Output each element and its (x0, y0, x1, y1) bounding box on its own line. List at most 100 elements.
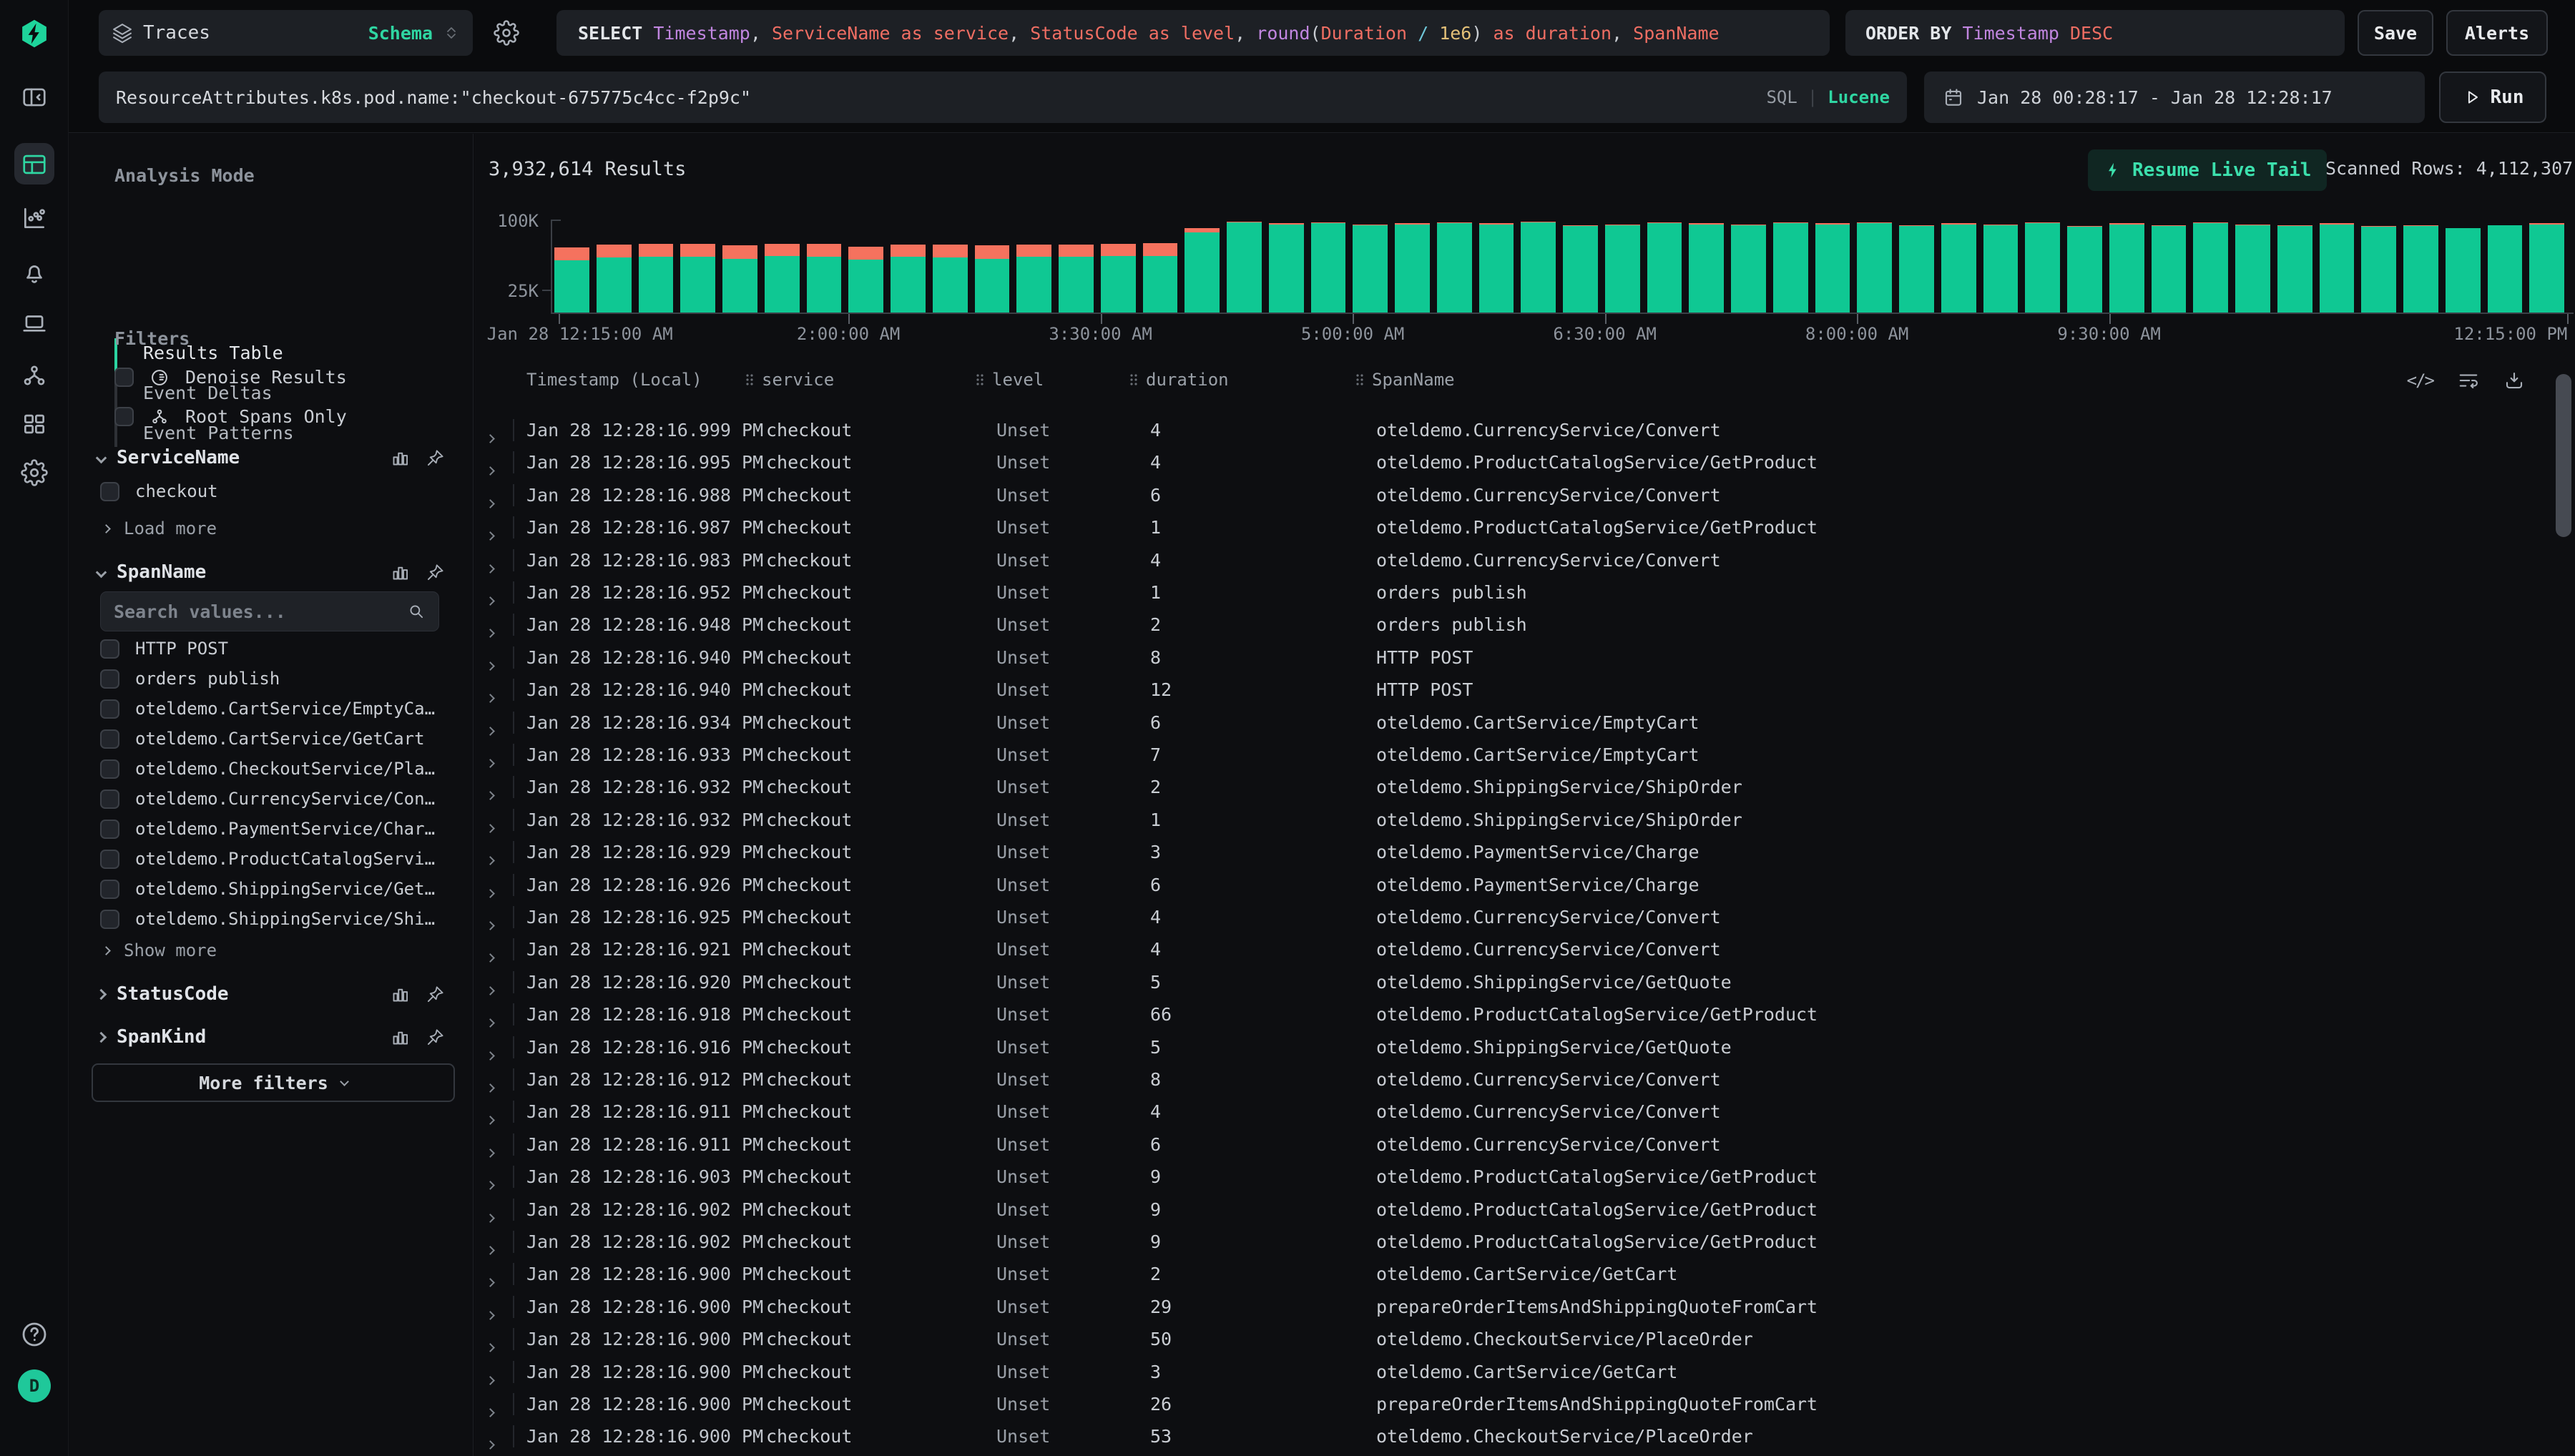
service-map-icon[interactable] (21, 362, 48, 389)
histogram-bar-ok[interactable] (2152, 226, 2187, 313)
histogram-bar-ok[interactable] (1395, 225, 1430, 313)
expand-row-icon[interactable] (486, 1018, 495, 1028)
histogram-bar-ok[interactable] (2025, 223, 2060, 313)
filter-option[interactable]: oteldemo.ShippingService/Get… (100, 879, 501, 899)
table-row[interactable]: Jan 28 12:28:16.921 PMcheckoutUnset4otel… (474, 933, 2575, 965)
table-row[interactable]: Jan 28 12:28:16.911 PMcheckoutUnset4otel… (474, 1096, 2575, 1128)
expand-row-icon[interactable] (486, 1181, 495, 1190)
section-spankind[interactable]: SpanKind (97, 1026, 445, 1048)
checkbox[interactable] (100, 759, 119, 779)
section-servicename[interactable]: ServiceName (97, 447, 445, 468)
col-spanname[interactable]: SpanName (1355, 370, 1455, 390)
expand-row-icon[interactable] (486, 889, 495, 898)
histogram-bar-ok[interactable] (1521, 222, 1556, 313)
expand-row-icon[interactable] (486, 954, 495, 963)
denoise-checkbox[interactable] (114, 368, 134, 387)
collapse-panel-icon[interactable] (21, 84, 48, 111)
bar-chart-icon[interactable] (391, 448, 410, 468)
expand-row-icon[interactable] (486, 467, 495, 476)
span-search-input[interactable]: Search values... (100, 591, 439, 631)
histogram-bar-ok[interactable] (2320, 225, 2355, 313)
expand-row-icon[interactable] (486, 434, 495, 443)
histogram-bar-ok[interactable] (848, 260, 883, 313)
table-row[interactable]: Jan 28 12:28:16.934 PMcheckoutUnset6otel… (474, 707, 2575, 739)
scrollbar-thumb[interactable] (2556, 374, 2571, 537)
histogram-bar-error[interactable] (2193, 222, 2228, 223)
date-range-picker[interactable]: Jan 28 00:28:17 - Jan 28 12:28:17 (1924, 72, 2425, 123)
histogram-bar-error[interactable] (639, 244, 674, 257)
histogram-bar-ok[interactable] (1563, 226, 1598, 313)
checkbox[interactable] (100, 669, 119, 689)
filter-option[interactable]: oteldemo.CartService/GetCart (100, 729, 501, 749)
alerts-button[interactable]: Alerts (2446, 10, 2548, 56)
histogram-bar-error[interactable] (1647, 222, 1682, 223)
histogram-bar-ok[interactable] (1227, 222, 1262, 313)
checkbox[interactable] (100, 910, 119, 929)
table-row[interactable]: Jan 28 12:28:16.900 PMcheckoutUnset26pre… (474, 1388, 2575, 1420)
drag-handle-icon[interactable] (1129, 373, 1139, 387)
histogram-bar-error[interactable] (765, 244, 800, 256)
histogram-bar-ok[interactable] (2446, 228, 2481, 313)
histogram-bar-error[interactable] (2403, 225, 2438, 226)
histogram-bar-ok[interactable] (554, 260, 589, 313)
expand-row-icon[interactable] (486, 1408, 495, 1417)
expand-row-icon[interactable] (486, 1148, 495, 1158)
table-row[interactable]: Jan 28 12:28:16.900 PMcheckoutUnset29pre… (474, 1291, 2575, 1323)
filter-option[interactable]: HTTP POST (100, 639, 501, 659)
histogram-bar-ok[interactable] (1815, 225, 1850, 313)
expand-row-icon[interactable] (486, 824, 495, 833)
filter-option[interactable]: oteldemo.CheckoutService/Pla… (100, 759, 501, 779)
table-row[interactable]: Jan 28 12:28:16.920 PMcheckoutUnset5otel… (474, 966, 2575, 998)
dashboards-icon[interactable] (21, 410, 48, 438)
schema-toggle[interactable]: Schema (368, 23, 433, 44)
table-row[interactable]: Jan 28 12:28:16.929 PMcheckoutUnset3otel… (474, 836, 2575, 868)
bar-chart-icon[interactable] (391, 985, 410, 1004)
histogram-bar-error[interactable] (1773, 222, 1808, 223)
filter-option[interactable]: oteldemo.ProductCatalogServi… (100, 849, 501, 869)
language-toggle[interactable]: SQL | Lucene (1766, 87, 1890, 107)
expand-row-icon[interactable] (486, 1246, 495, 1255)
drag-handle-icon[interactable] (745, 373, 755, 387)
show-more-link[interactable]: Show more (103, 940, 217, 960)
histogram-bar-error[interactable] (2152, 225, 2187, 226)
order-by-editor[interactable]: ORDER BY Timestamp DESC (1845, 10, 2345, 56)
expand-row-icon[interactable] (486, 1376, 495, 1385)
histogram-bar-error[interactable] (1143, 243, 1178, 256)
expand-row-icon[interactable] (486, 727, 495, 736)
table-row[interactable]: Jan 28 12:28:16.940 PMcheckoutUnset12HTT… (474, 674, 2575, 706)
section-spanname[interactable]: SpanName (97, 561, 445, 583)
histogram-bar-error[interactable] (1059, 245, 1094, 257)
expand-row-icon[interactable] (486, 531, 495, 541)
histogram-bar-ok[interactable] (1731, 225, 1766, 313)
resume-live-tail-button[interactable]: Resume Live Tail (2088, 149, 2327, 191)
histogram-bar-error[interactable] (2109, 223, 2144, 224)
expand-row-icon[interactable] (486, 1279, 495, 1288)
histogram-bar-error[interactable] (722, 245, 757, 258)
search-input[interactable]: ResourceAttributes.k8s.pod.name:"checkou… (99, 72, 1907, 123)
table-row[interactable]: Jan 28 12:28:16.995 PMcheckoutUnset4otel… (474, 446, 2575, 478)
histogram-bar-error[interactable] (975, 245, 1010, 258)
expand-row-icon[interactable] (486, 1083, 495, 1093)
section-statuscode[interactable]: StatusCode (97, 983, 445, 1005)
histogram-bar-ok[interactable] (1101, 256, 1136, 313)
histogram-bar-error[interactable] (1101, 244, 1136, 256)
source-selector[interactable]: Traces Schema (99, 10, 473, 56)
filter-option[interactable]: oteldemo.PaymentService/Char… (100, 819, 501, 839)
histogram-bar-ok[interactable] (1605, 225, 1640, 313)
table-row[interactable]: Jan 28 12:28:16.932 PMcheckoutUnset2otel… (474, 771, 2575, 803)
histogram-bar-ok[interactable] (2109, 225, 2144, 313)
histogram-bar-ok[interactable] (1059, 257, 1094, 313)
expand-row-icon[interactable] (486, 499, 495, 508)
histogram-bar-ok[interactable] (1269, 225, 1304, 313)
table-row[interactable]: Jan 28 12:28:16.900 PMcheckoutUnset50ote… (474, 1323, 2575, 1355)
histogram-bar-ok[interactable] (1143, 256, 1178, 313)
histogram-bar-ok[interactable] (1184, 232, 1220, 313)
wrap-lines-icon[interactable] (2458, 370, 2479, 391)
histogram-bar-ok[interactable] (2067, 227, 2102, 313)
table-row[interactable]: Jan 28 12:28:16.918 PMcheckoutUnset66ote… (474, 998, 2575, 1030)
client-sessions-icon[interactable] (21, 310, 48, 337)
histogram-bar-error[interactable] (807, 244, 842, 257)
bar-chart-icon[interactable] (391, 563, 410, 582)
code-icon[interactable]: </> (2407, 370, 2433, 390)
filter-option[interactable]: oteldemo.CartService/EmptyCa… (100, 699, 501, 719)
